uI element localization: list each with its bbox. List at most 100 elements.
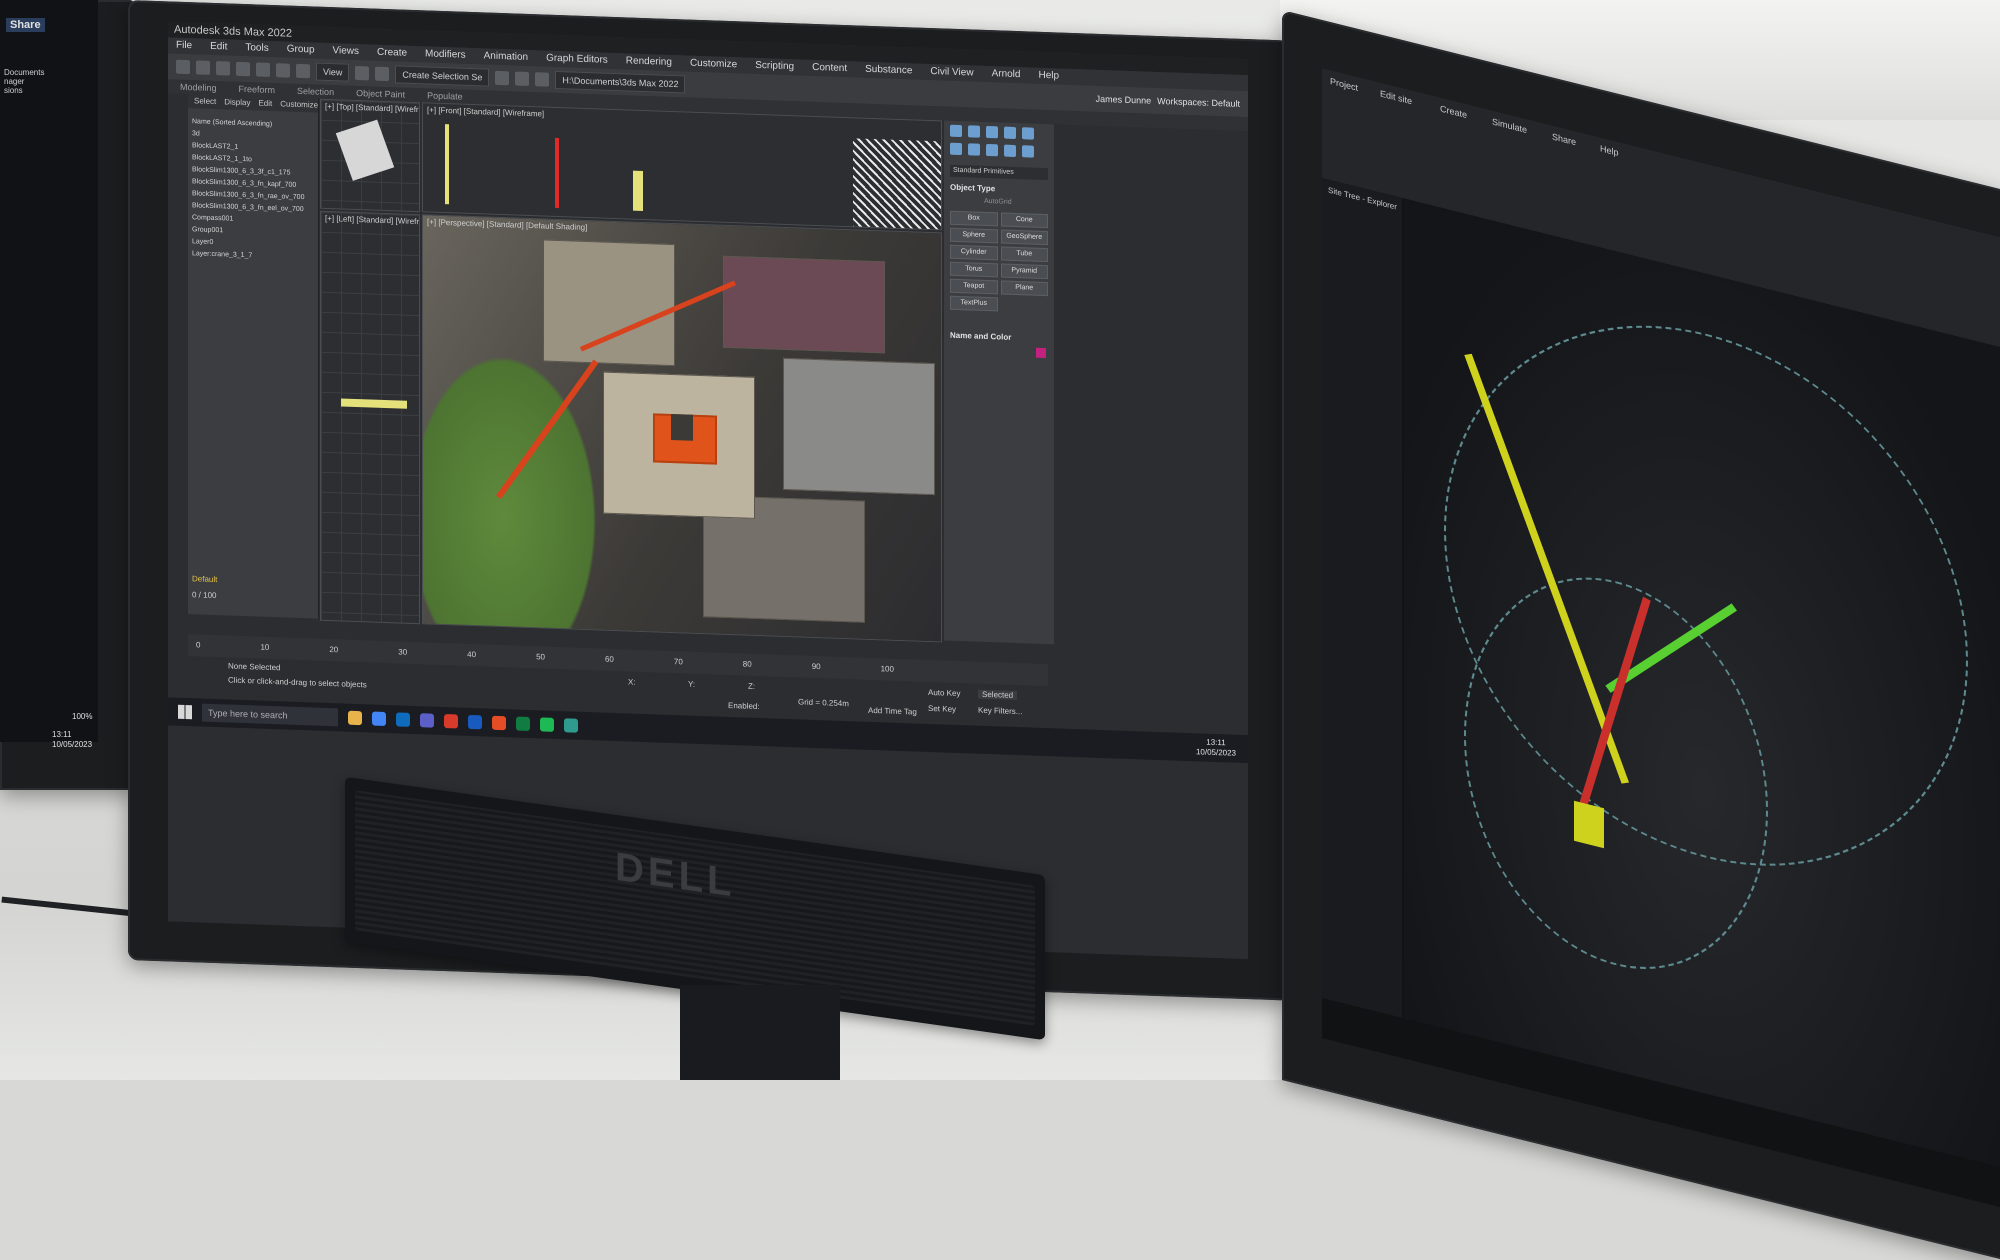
share-button[interactable]: Share <box>6 18 45 32</box>
left-sidebar-item[interactable]: nager <box>4 77 44 86</box>
menu-customize[interactable]: Customize <box>690 56 737 74</box>
menu-views[interactable]: Views <box>333 43 360 60</box>
display-tab-icon[interactable] <box>1022 127 1034 140</box>
user-account[interactable]: James Dunne <box>1096 94 1152 106</box>
tab-freeform[interactable]: Freeform <box>239 82 276 97</box>
menu-arnold[interactable]: Arnold <box>992 66 1021 83</box>
3ds-max-icon[interactable] <box>564 718 578 733</box>
frame-counter[interactable]: 0 / 100 <box>192 590 216 600</box>
textplus-button[interactable]: TextPlus <box>950 295 998 312</box>
coordinate-z-field[interactable]: Z: <box>748 682 755 691</box>
menu-modifiers[interactable]: Modifiers <box>425 46 466 63</box>
rotate-icon[interactable] <box>276 63 290 78</box>
move-icon[interactable] <box>256 62 270 77</box>
link-icon[interactable] <box>216 61 230 76</box>
sphere-button[interactable]: Sphere <box>950 227 998 244</box>
key-selection-dropdown[interactable]: Selected <box>978 689 1018 701</box>
torus-button[interactable]: Torus <box>950 261 998 278</box>
pdf-icon[interactable] <box>492 715 506 731</box>
excel-icon[interactable] <box>516 716 530 732</box>
tube-button[interactable]: Tube <box>1000 246 1048 263</box>
word-icon[interactable] <box>468 714 482 730</box>
tab-modeling[interactable]: Modeling <box>180 80 217 95</box>
autodesk-icon[interactable] <box>444 714 458 729</box>
menu-file[interactable]: File <box>176 38 192 55</box>
explorer-tab-select[interactable]: Select <box>194 94 216 109</box>
snap-icon[interactable] <box>355 65 370 81</box>
enabled-toggle[interactable]: Enabled: <box>728 701 760 711</box>
hierarchy-tab-icon[interactable] <box>986 125 998 139</box>
viewport-front[interactable]: [+] [Front] [Standard] [Wireframe] <box>422 102 942 231</box>
set-key-button[interactable]: Set Key <box>928 704 956 714</box>
teams-icon[interactable] <box>420 713 434 728</box>
explorer-tab-display[interactable]: Display <box>224 95 250 110</box>
coordinate-x-field[interactable]: X: <box>628 677 636 686</box>
plane-button[interactable]: Plane <box>1000 280 1048 297</box>
menu-help[interactable]: Help <box>1038 68 1059 85</box>
cameras-icon[interactable] <box>1022 145 1034 158</box>
workspace-dropdown[interactable]: Workspaces: Default <box>1157 96 1240 109</box>
geometry-icon[interactable] <box>968 143 980 156</box>
tab-selection[interactable]: Selection <box>297 84 334 99</box>
menu-scripting[interactable]: Scripting <box>755 58 794 75</box>
project-path-field[interactable]: H:\Documents\3ds Max 2022 <box>555 70 686 94</box>
teapot-button[interactable]: Teapot <box>950 278 998 295</box>
add-time-tag-button[interactable]: Add Time Tag <box>868 706 917 717</box>
left-sidebar-item[interactable]: sions <box>4 86 44 95</box>
key-filters-button[interactable]: Key Filters... <box>978 706 1022 717</box>
tab-create[interactable]: Create <box>1440 103 1467 120</box>
explorer-tab-customize[interactable]: Customize <box>280 97 318 112</box>
tab-share[interactable]: Share <box>1552 131 1576 147</box>
chrome-icon[interactable] <box>372 711 386 727</box>
create-selection-set-dropdown[interactable]: Create Selection Se <box>395 65 490 87</box>
viewport-label[interactable]: [+] [Front] [Standard] [Wireframe] <box>427 105 544 118</box>
modify-tab-icon[interactable] <box>968 125 980 138</box>
object-color-swatch[interactable] <box>1036 347 1046 359</box>
left-sidebar-item[interactable]: Documents <box>4 68 44 77</box>
viewport-left[interactable]: [+] [Left] [Standard] [Wireframe] <box>320 210 420 625</box>
menu-group[interactable]: Group <box>287 42 315 59</box>
windows-start-icon[interactable] <box>178 704 192 720</box>
tab-simulate[interactable]: Simulate <box>1492 116 1527 135</box>
menu-animation[interactable]: Animation <box>484 48 528 66</box>
utilities-tab-icon[interactable] <box>950 142 962 156</box>
viewport-top[interactable]: [+] [Top] [Standard] [Wireframe] <box>320 98 420 213</box>
menu-edit[interactable]: Edit <box>210 39 227 56</box>
lights-icon[interactable] <box>1004 144 1016 158</box>
viewport-perspective[interactable]: [+] [Perspective] [Standard] [Default Sh… <box>422 214 942 643</box>
mirror-icon[interactable] <box>495 70 510 86</box>
motion-tab-icon[interactable] <box>1004 126 1016 140</box>
outlook-icon[interactable] <box>396 712 410 727</box>
coordinate-y-field[interactable]: Y: <box>688 680 695 689</box>
tab-help[interactable]: Help <box>1600 143 1619 158</box>
shapes-icon[interactable] <box>986 143 998 157</box>
primitive-type-dropdown[interactable]: Standard Primitives <box>950 164 1048 181</box>
file-explorer-icon[interactable] <box>348 710 362 726</box>
tab-edit-site[interactable]: Edit site <box>1380 88 1412 106</box>
menu-civil-view[interactable]: Civil View <box>930 64 973 82</box>
viewport-label[interactable]: [+] [Top] [Standard] [Wireframe] <box>325 102 420 115</box>
angle-snap-icon[interactable] <box>375 66 390 82</box>
align-icon[interactable] <box>515 71 530 87</box>
autogrid-checkbox[interactable]: AutoGrid <box>984 198 1012 206</box>
cone-button[interactable]: Cone <box>1000 212 1048 229</box>
redo-icon[interactable] <box>196 60 210 75</box>
layer-default[interactable]: Default <box>192 574 217 584</box>
menu-content[interactable]: Content <box>812 60 847 77</box>
menu-substance[interactable]: Substance <box>865 62 912 80</box>
pyramid-button[interactable]: Pyramid <box>1000 263 1048 280</box>
box-button[interactable]: Box <box>950 210 998 227</box>
object-type-rollout[interactable]: Object Type <box>950 183 995 194</box>
auto-key-button[interactable]: Auto Key <box>928 688 960 698</box>
menu-tools[interactable]: Tools <box>245 40 268 57</box>
undo-icon[interactable] <box>176 59 190 75</box>
scale-icon[interactable] <box>296 63 310 79</box>
tab-project[interactable]: Project <box>1330 76 1358 93</box>
create-tab-icon[interactable] <box>950 124 962 138</box>
taskbar-search-box[interactable]: Type here to search <box>202 703 338 727</box>
name-and-color-rollout[interactable]: Name and Color <box>950 331 1011 342</box>
tab-populate[interactable]: Populate <box>427 88 463 103</box>
spotify-icon[interactable] <box>540 717 554 732</box>
cylinder-button[interactable]: Cylinder <box>950 244 998 261</box>
viewport-label[interactable]: [+] [Left] [Standard] [Wireframe] <box>325 214 420 227</box>
